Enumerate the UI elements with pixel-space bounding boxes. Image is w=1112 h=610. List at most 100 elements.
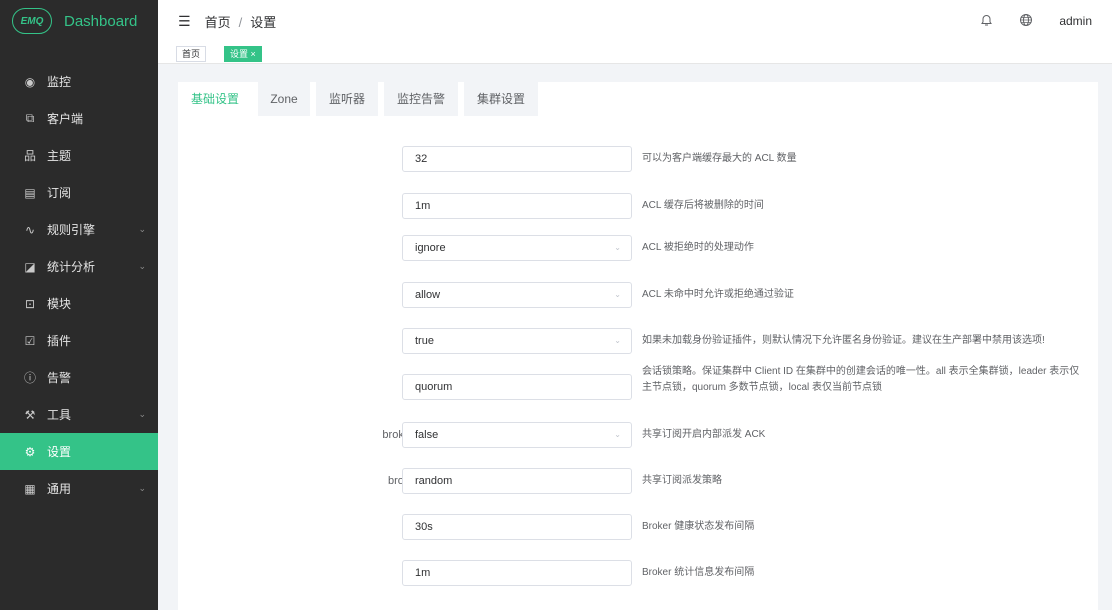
bell-icon[interactable] xyxy=(980,13,993,30)
setting-description: 可以为客户端缓存最大的 ACL 数量 xyxy=(642,153,797,164)
header-actions: admin xyxy=(980,0,1092,42)
general-icon: ▦ xyxy=(24,481,36,496)
tab-basic-settings[interactable]: 基础设置 xyxy=(178,82,252,116)
user-menu[interactable]: admin xyxy=(1059,14,1092,28)
setting-value: 30s xyxy=(415,521,433,533)
top-header: ☰ 首页 / 设置 admin xyxy=(158,0,1112,42)
setting-value: 1m xyxy=(415,567,431,579)
sidebar-item-label: 插件 xyxy=(47,334,72,348)
setting-value: true xyxy=(415,335,434,347)
setting-input[interactable]: 30s xyxy=(402,514,632,540)
tab-zone[interactable]: Zone xyxy=(258,82,310,116)
sidebar-item-rule-engine[interactable]: ∿ 规则引擎 ⌄ xyxy=(0,211,158,248)
sidebar: EMQ Dashboard ◉ 监控 ⧉ 客户端品主题 ▤ 订阅 ∿ 规则引擎 ⌄ ◪ 统计分析 ⌄ ⊡… xyxy=(0,0,158,610)
breadcrumb-separator: / xyxy=(238,14,243,30)
setting-select[interactable]: false ⌄ xyxy=(402,422,632,448)
alarm-icon: ⓘ xyxy=(23,371,36,385)
sidebar-item-clients[interactable]: ⧉ 客户端 xyxy=(0,100,158,137)
setting-description: 如果未加载身份验证插件，则默认情况下允许匿名身份验证。建议在生产部署中禁用该选项… xyxy=(642,335,1045,346)
sidebar-menu: ◉ 监控 ⧉ 客户端品主题 ▤ 订阅 ∿ 规则引擎 ⌄ ◪ 统计分析 ⌄ ⊡ 模块 ☑ 插件 ⓘ 告警 ⚒ 工具 ⌄ ⚙ 设… xyxy=(0,63,158,507)
setting-description: ACL 未命中时允许或拒绝通过验证 xyxy=(642,289,794,300)
sidebar-item-subscriptions[interactable]: ▤ 订阅 xyxy=(0,174,158,211)
sidebar-item-label: 通用 xyxy=(47,482,72,496)
setting-input[interactable]: 32 xyxy=(402,146,632,172)
setting-value: allow xyxy=(415,289,441,301)
setting-value: ignore xyxy=(415,242,446,254)
sidebar-item-tools[interactable]: ⚒ 工具 ⌄ xyxy=(0,396,158,433)
sidebar-item-label: 主题 xyxy=(47,149,72,163)
setting-row: allow_anonymous:true⌄如果未加载身份验证插件，则默认情况下允… xyxy=(178,328,1098,364)
sidebar-item-plugins[interactable]: ☑ 插件 xyxy=(0,322,158,359)
chevron-down-icon: ⌄ xyxy=(614,430,621,439)
tab-listeners[interactable]: 监听器 xyxy=(316,82,378,116)
modules-icon: ⊡ xyxy=(24,296,36,311)
sidebar-item-alarm[interactable]: ⓘ 告警 xyxy=(0,359,158,396)
globe-icon[interactable] xyxy=(1019,13,1033,30)
plugins-icon: ☑ xyxy=(24,333,36,348)
logo[interactable]: EMQ Dashboard xyxy=(0,0,158,42)
chevron-down-icon: ⌄ xyxy=(614,336,621,345)
sidebar-item-label: 设置 xyxy=(47,445,72,459)
setting-description: ACL 被拒绝时的处理动作 xyxy=(642,242,754,253)
sidebar-item-label: 告警 xyxy=(47,371,72,385)
clients-icon: ⧉ xyxy=(25,111,35,125)
analytics-icon: ◪ xyxy=(24,259,36,274)
setting-select[interactable]: allow ⌄ xyxy=(402,282,632,308)
sidebar-item-topics[interactable]: 品主题 xyxy=(0,137,158,174)
logo-badge: EMQ xyxy=(12,8,52,34)
sidebar-item-label: 统计分析 xyxy=(47,260,96,274)
monitor-icon: ◉ xyxy=(24,74,36,89)
setting-row: acl_cache_ttl:1mACL 缓存后将被删除的时间 xyxy=(178,193,1098,229)
tags-bar: 首页 设置 × xyxy=(158,42,1112,64)
setting-input[interactable]: random xyxy=(402,468,632,494)
setting-row: acl_deny_action:ignore⌄ACL 被拒绝时的处理动作 xyxy=(178,235,1098,271)
sidebar-item-analytics[interactable]: ◪ 统计分析 ⌄ xyxy=(0,248,158,285)
sidebar-item-modules[interactable]: ⊡ 模块 xyxy=(0,285,158,322)
sidebar-item-label: 客户端 xyxy=(47,112,84,126)
menu-toggle-icon[interactable]: ☰ xyxy=(178,13,191,30)
tag-settings[interactable]: 设置 × xyxy=(224,46,262,62)
sidebar-item-label: 监控 xyxy=(47,75,72,89)
setting-description: ACL 缓存后将被删除的时间 xyxy=(642,200,764,211)
setting-input[interactable]: 1m xyxy=(402,193,632,219)
sidebar-item-label: 工具 xyxy=(47,408,72,422)
setting-description: Broker 统计信息发布间隔 xyxy=(642,567,755,578)
topics-icon: 品 xyxy=(23,149,36,163)
rule-engine-icon: ∿ xyxy=(24,222,36,237)
tools-icon: ⚒ xyxy=(24,407,36,422)
settings-card: 基础设置 Zone 监听器 监控告警 集群设置 acl_cache_max_si… xyxy=(178,82,1098,610)
tag-home[interactable]: 首页 xyxy=(176,46,207,62)
setting-row: broker_shared_dispatch_ack_enabled:false… xyxy=(178,422,1098,458)
setting-input[interactable]: 1m xyxy=(402,560,632,586)
chevron-down-icon: ⌄ xyxy=(138,224,146,234)
chevron-down-icon: ⌄ xyxy=(614,290,621,299)
breadcrumb-home[interactable]: 首页 xyxy=(205,15,231,30)
chevron-down-icon: ⌄ xyxy=(614,243,621,252)
setting-row: acl_cache_max_size:32可以为客户端缓存最大的 ACL 数量 xyxy=(178,146,1098,182)
breadcrumb: 首页 / 设置 xyxy=(205,12,277,31)
chevron-down-icon: ⌄ xyxy=(138,483,146,493)
tab-monitor-alarm[interactable]: 监控告警 xyxy=(384,82,458,116)
setting-row: broker_shared_subscription_strategy:rand… xyxy=(178,468,1098,504)
sidebar-item-settings[interactable]: ⚙ 设置 xyxy=(0,433,158,470)
setting-value: false xyxy=(415,429,439,441)
breadcrumb-current: 设置 xyxy=(250,14,277,30)
sidebar-item-general[interactable]: ▦ 通用 ⌄ xyxy=(0,470,158,507)
setting-description: 共享订阅开启内部派发 ACK xyxy=(642,429,766,440)
tab-cluster-settings[interactable]: 集群设置 xyxy=(464,82,538,116)
setting-description: 会话锁策略。保证集群中 Client ID 在集群中的创建会话的唯一性。all … xyxy=(642,366,1080,393)
chevron-down-icon: ⌄ xyxy=(138,409,146,419)
setting-value: 1m xyxy=(415,200,431,212)
subscriptions-icon: ▤ xyxy=(24,185,36,200)
settings-tabs: 基础设置 Zone 监听器 监控告警 集群设置 xyxy=(178,82,1098,116)
sidebar-item-monitor[interactable]: ◉ 监控 xyxy=(0,63,158,100)
setting-row: broker_session_locking_strategy:quorum会话… xyxy=(178,366,1098,410)
setting-select[interactable]: true ⌄ xyxy=(402,328,632,354)
setting-row: broker_sys_heartbeat:30sBroker 健康状态发布间隔 xyxy=(178,514,1098,550)
setting-description: Broker 健康状态发布间隔 xyxy=(642,521,755,532)
setting-row: broker_sys_interval:1mBroker 统计信息发布间隔 xyxy=(178,560,1098,596)
setting-value: quorum xyxy=(415,381,453,393)
setting-input[interactable]: quorum xyxy=(402,374,632,400)
chevron-down-icon: ⌄ xyxy=(138,261,146,271)
setting-select[interactable]: ignore ⌄ xyxy=(402,235,632,261)
